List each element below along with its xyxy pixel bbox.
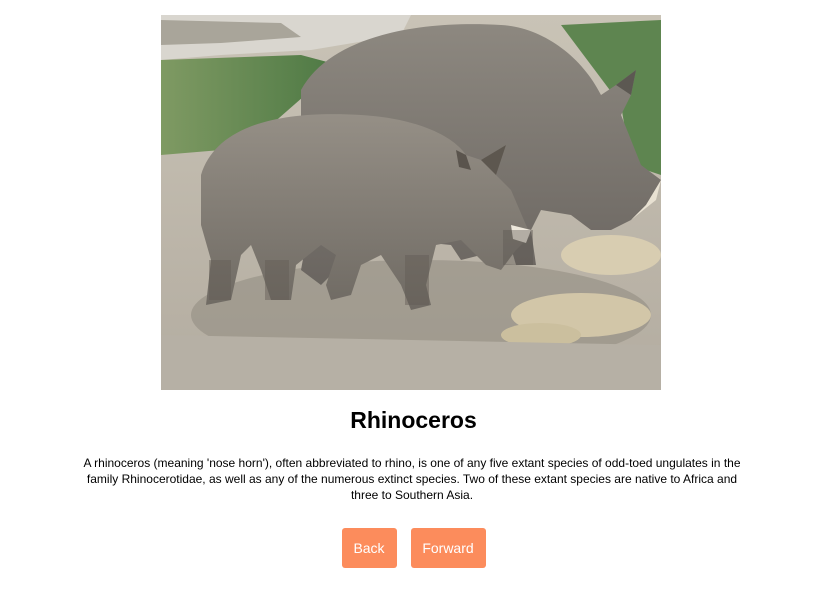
article-description: A rhinoceros (meaning 'nose horn'), ofte… (83, 456, 741, 502)
navigation-buttons: Back Forward (0, 528, 827, 568)
back-button[interactable]: Back (341, 528, 397, 568)
page-title: Rhinoceros (350, 407, 477, 433)
page: Rhinoceros A rhinoceros (meaning 'nose h… (0, 0, 827, 598)
forward-button[interactable]: Forward (410, 528, 486, 568)
rhinoceros-photo (161, 15, 661, 390)
